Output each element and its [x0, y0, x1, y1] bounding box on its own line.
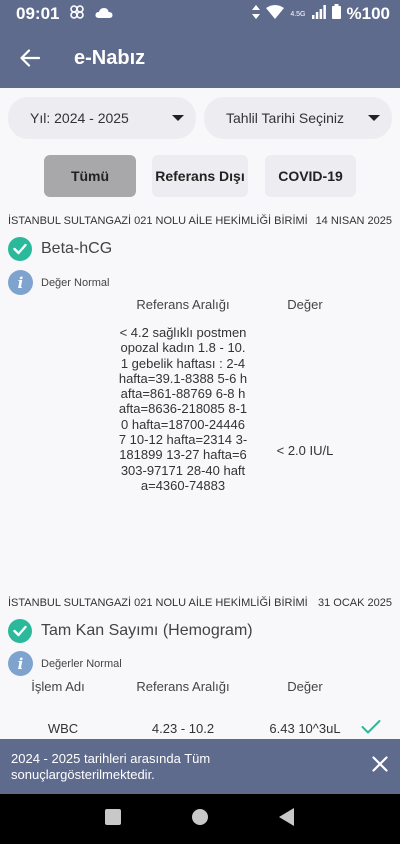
col-header-value: Değer — [287, 297, 323, 312]
col-header-name: İşlem Adı — [31, 679, 85, 694]
row-value: 6.43 10^3uL — [269, 721, 341, 736]
app-title: e-Nabız — [74, 46, 146, 69]
pinwheel-icon — [69, 4, 85, 25]
snackbar-message: 2024 - 2025 tarihleri arasında Tüm sonuç… — [11, 750, 211, 782]
test-name: Beta-hCG — [41, 240, 113, 257]
result-date: 14 NISAN 2025 — [315, 215, 392, 227]
info-icon: i — [8, 651, 33, 676]
row-reference: 4.23 - 10.2 — [151, 721, 215, 736]
arrow-left-icon — [20, 49, 40, 67]
system-nav-bar — [0, 794, 400, 844]
facility-name: İSTANBUL SULTANGAZİ 021 NOLU AİLE HEKİML… — [8, 215, 308, 227]
check-circle-icon — [8, 619, 32, 643]
date-dropdown[interactable]: Tahlil Tarihi Seçiniz — [204, 97, 392, 139]
back-button[interactable] — [0, 28, 60, 88]
back-nav-button[interactable] — [279, 807, 295, 831]
wifi-icon — [266, 4, 285, 24]
year-dropdown-label: Yıl: 2024 - 2025 — [30, 110, 129, 126]
snackbar: 2024 - 2025 tarihleri arasında Tüm sonuç… — [0, 739, 400, 794]
status-bar: 09:01 4.5G %100 — [0, 0, 400, 28]
tab-out-of-reference[interactable]: Referans Dışı — [152, 155, 248, 197]
cloud-icon — [95, 4, 113, 24]
reference-range: < 4.2 sağlıklı postmenopozal kadın 1.8 -… — [118, 325, 248, 493]
recent-apps-button[interactable] — [105, 808, 121, 830]
date-dropdown-label: Tahlil Tarihi Seçiniz — [226, 110, 345, 126]
home-button[interactable] — [191, 808, 209, 831]
row-name: WBC — [47, 721, 79, 736]
col-header-value: Değer — [287, 679, 323, 694]
result-header: İSTANBUL SULTANGAZİ 021 NOLU AİLE HEKİML… — [8, 215, 392, 227]
network-type: 4.5G — [290, 10, 306, 18]
caret-down-icon — [368, 115, 380, 121]
app-bar: e-Nabız — [0, 28, 400, 88]
checkmark-icon — [361, 719, 381, 740]
status-row: i Değerler Normal — [8, 651, 122, 676]
year-dropdown[interactable]: Yıl: 2024 - 2025 — [8, 97, 196, 139]
check-circle-icon — [8, 237, 32, 261]
signal-icon — [311, 4, 326, 24]
info-icon: i — [8, 270, 33, 295]
facility-name: İSTANBUL SULTANGAZİ 021 NOLU AİLE HEKİML… — [8, 597, 308, 609]
battery-icon — [331, 4, 341, 24]
close-icon[interactable] — [372, 756, 388, 777]
battery-level: %100 — [346, 4, 390, 23]
test-name: Tam Kan Sayımı (Hemogram) — [41, 622, 253, 639]
caret-down-icon — [172, 115, 184, 121]
status-text: Değer Normal — [41, 276, 110, 289]
status-time: 09:01 — [16, 4, 60, 23]
result-header: İSTANBUL SULTANGAZİ 021 NOLU AİLE HEKİML… — [8, 597, 392, 609]
test-title[interactable]: Beta-hCG — [8, 237, 112, 261]
tab-all[interactable]: Tümü — [44, 155, 136, 197]
test-title[interactable]: Tam Kan Sayımı (Hemogram) — [8, 619, 253, 643]
tab-covid-19[interactable]: COVID-19 — [265, 155, 356, 197]
status-text: Değerler Normal — [41, 657, 122, 670]
col-header-reference: Referans Aralığı — [136, 297, 230, 312]
data-arrows-icon — [252, 4, 261, 24]
result-value: < 2.0 IU/L — [276, 443, 334, 458]
col-header-reference: Referans Aralığı — [136, 679, 230, 694]
result-date: 31 OCAK 2025 — [318, 597, 392, 609]
status-row: i Değer Normal — [8, 270, 109, 295]
